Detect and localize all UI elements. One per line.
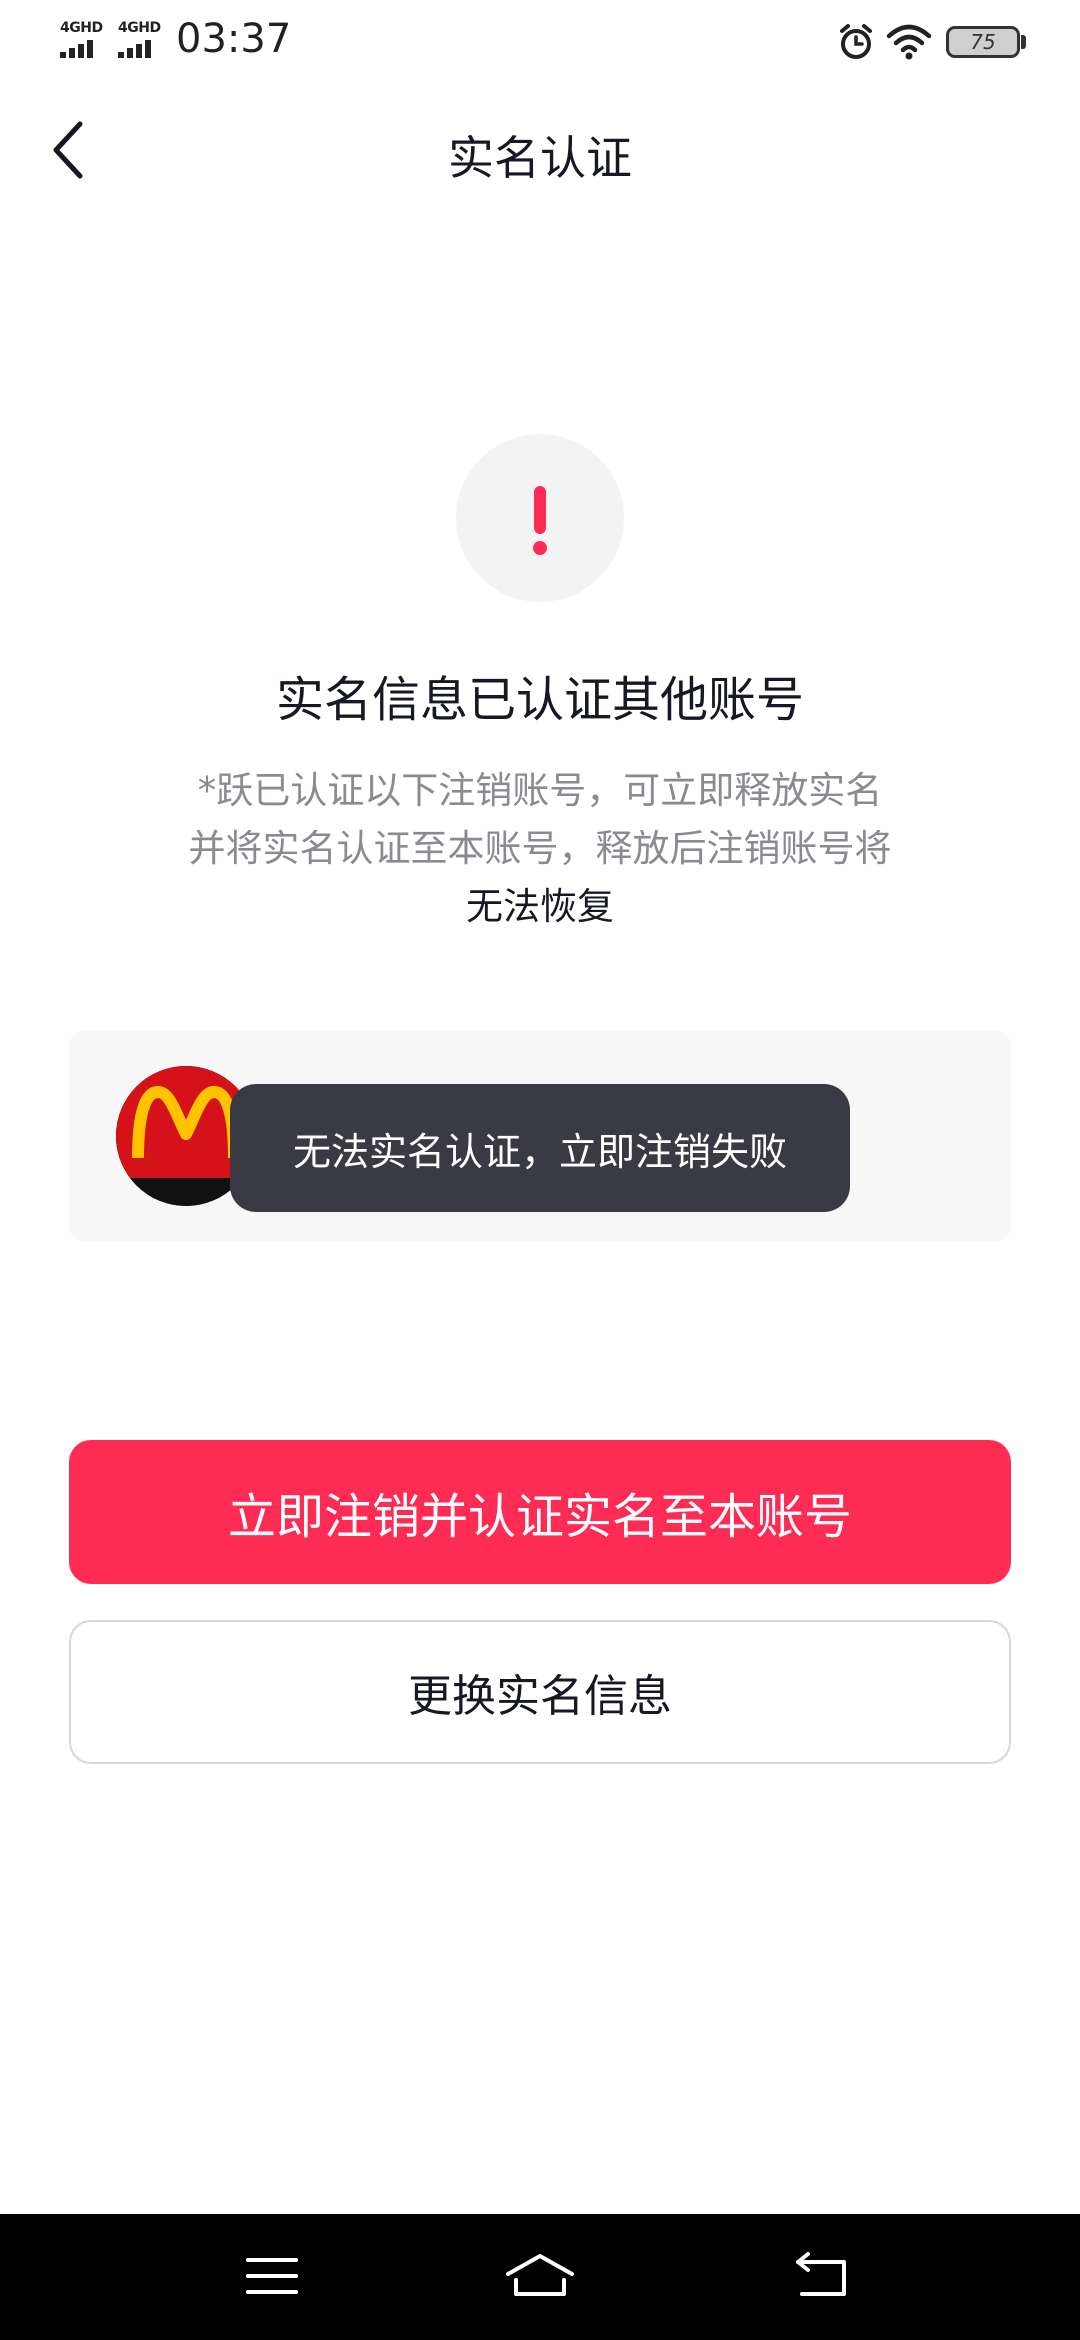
signal-indicator-1: 4GHD — [60, 20, 110, 60]
signal-indicator-2: 4GHD — [118, 20, 168, 60]
menu-icon[interactable] — [246, 2250, 298, 2302]
network-type-1: 4GHD — [60, 20, 103, 36]
network-type-2: 4GHD — [118, 20, 161, 36]
toast-text: 无法实名认证，立即注销失败 — [292, 1129, 787, 1174]
status-bar: 4GHD 4GHD 03:37 75 — [0, 0, 1080, 84]
warning-badge — [456, 434, 624, 602]
signal-bars-icon — [118, 40, 151, 58]
toast-message: 无法实名认证，立即注销失败 — [230, 1084, 850, 1212]
headline: 实名信息已认证其他账号 — [275, 672, 804, 728]
wifi-icon — [886, 24, 932, 60]
battery-cap — [1021, 35, 1026, 49]
status-time: 03:37 — [176, 16, 292, 62]
alarm-icon — [840, 24, 872, 59]
home-icon[interactable] — [504, 2250, 576, 2302]
change-identity-button[interactable]: 更换实名信息 — [69, 1620, 1011, 1764]
header: 实名认证 — [0, 100, 1080, 200]
description-emphasis: 无法恢复 — [466, 885, 614, 928]
cancel-and-verify-button[interactable]: 立即注销并认证实名至本账号 — [69, 1440, 1011, 1584]
battery-level: 75 — [970, 30, 996, 54]
battery-indicator: 75 — [946, 26, 1020, 58]
signal-bars-icon — [60, 40, 93, 58]
back-icon[interactable] — [794, 2250, 852, 2302]
description-text: *跃已认证以下注销账号，可立即释放实名并将实名认证至本账号，释放后注销账号将 — [188, 769, 892, 870]
exclamation-icon — [533, 486, 547, 555]
description: *跃已认证以下注销账号，可立即释放实名并将实名认证至本账号，释放后注销账号将无法… — [180, 762, 900, 936]
system-nav-bar — [0, 2214, 1080, 2340]
page-title: 实名认证 — [448, 131, 632, 185]
